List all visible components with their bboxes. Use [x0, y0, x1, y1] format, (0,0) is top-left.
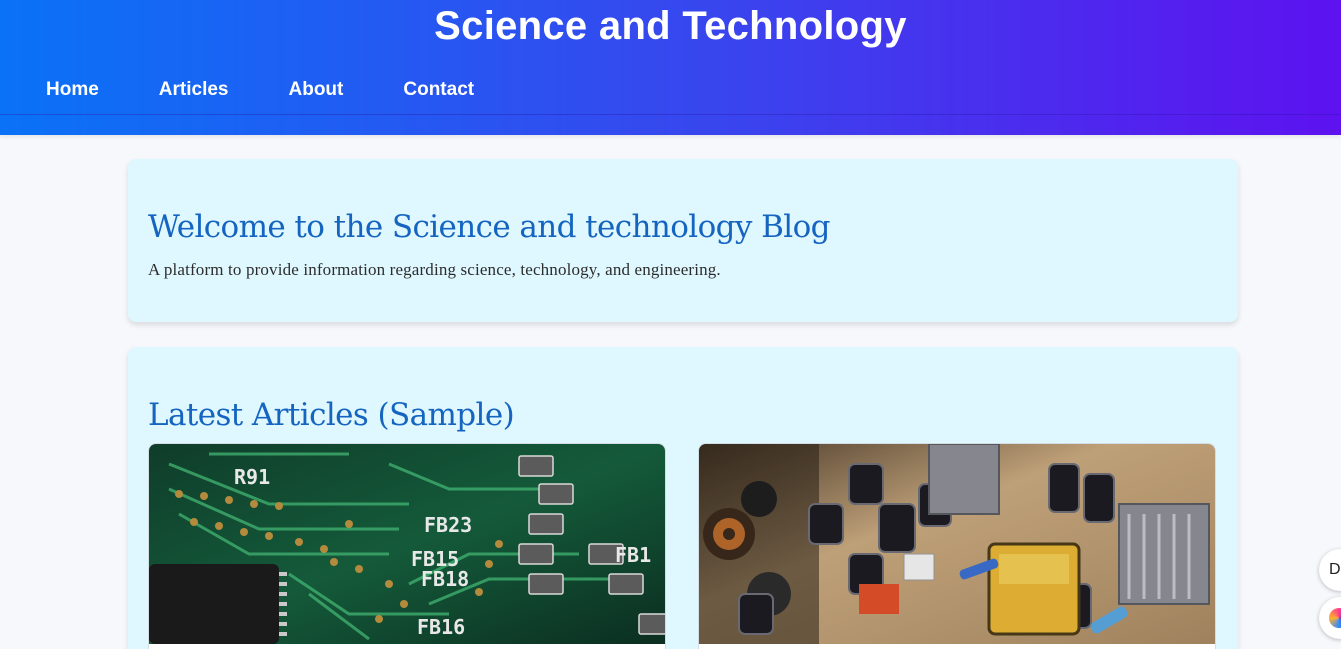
site-title: Science and Technology	[434, 4, 907, 48]
article-card-2[interactable]	[698, 443, 1216, 649]
hero-description: A platform to provide information regard…	[148, 260, 721, 279]
hero-title: Welcome to the Science and technology Bl…	[148, 209, 831, 245]
electronics-components-image	[699, 444, 1215, 644]
assistant-button[interactable]	[1319, 597, 1341, 639]
assistant-orb-icon	[1329, 608, 1341, 628]
nav-divider	[0, 114, 1341, 115]
circuit-board-image: R91 FB23 FB15 FB18 FB16 FB1	[149, 444, 665, 644]
hero-card: Welcome to the Science and technology Bl…	[128, 159, 1238, 322]
pcb-label-fb18: FB18	[421, 567, 469, 591]
pcb-label-fb23: FB23	[424, 513, 472, 537]
main-nav: Home Articles About Contact	[16, 66, 504, 114]
floating-button-label: D	[1329, 561, 1341, 578]
nav-home[interactable]: Home	[16, 79, 129, 101]
articles-title: Latest Articles (Sample)	[148, 397, 515, 433]
article-card-1[interactable]: R91 FB23 FB15 FB18 FB16 FB1	[148, 443, 666, 649]
nav-articles[interactable]: Articles	[129, 79, 259, 101]
site-header: Science and Technology Home Articles Abo…	[0, 0, 1341, 135]
floating-button[interactable]: D	[1319, 549, 1341, 591]
nav-about[interactable]: About	[259, 79, 374, 101]
pcb-label-r91: R91	[234, 465, 270, 489]
pcb-label-fb1: FB1	[615, 543, 651, 567]
nav-contact[interactable]: Contact	[373, 79, 504, 101]
pcb-label-fb16: FB16	[417, 615, 465, 639]
articles-section: Latest Articles (Sample) R91 FB23 FB15 F…	[128, 347, 1238, 649]
